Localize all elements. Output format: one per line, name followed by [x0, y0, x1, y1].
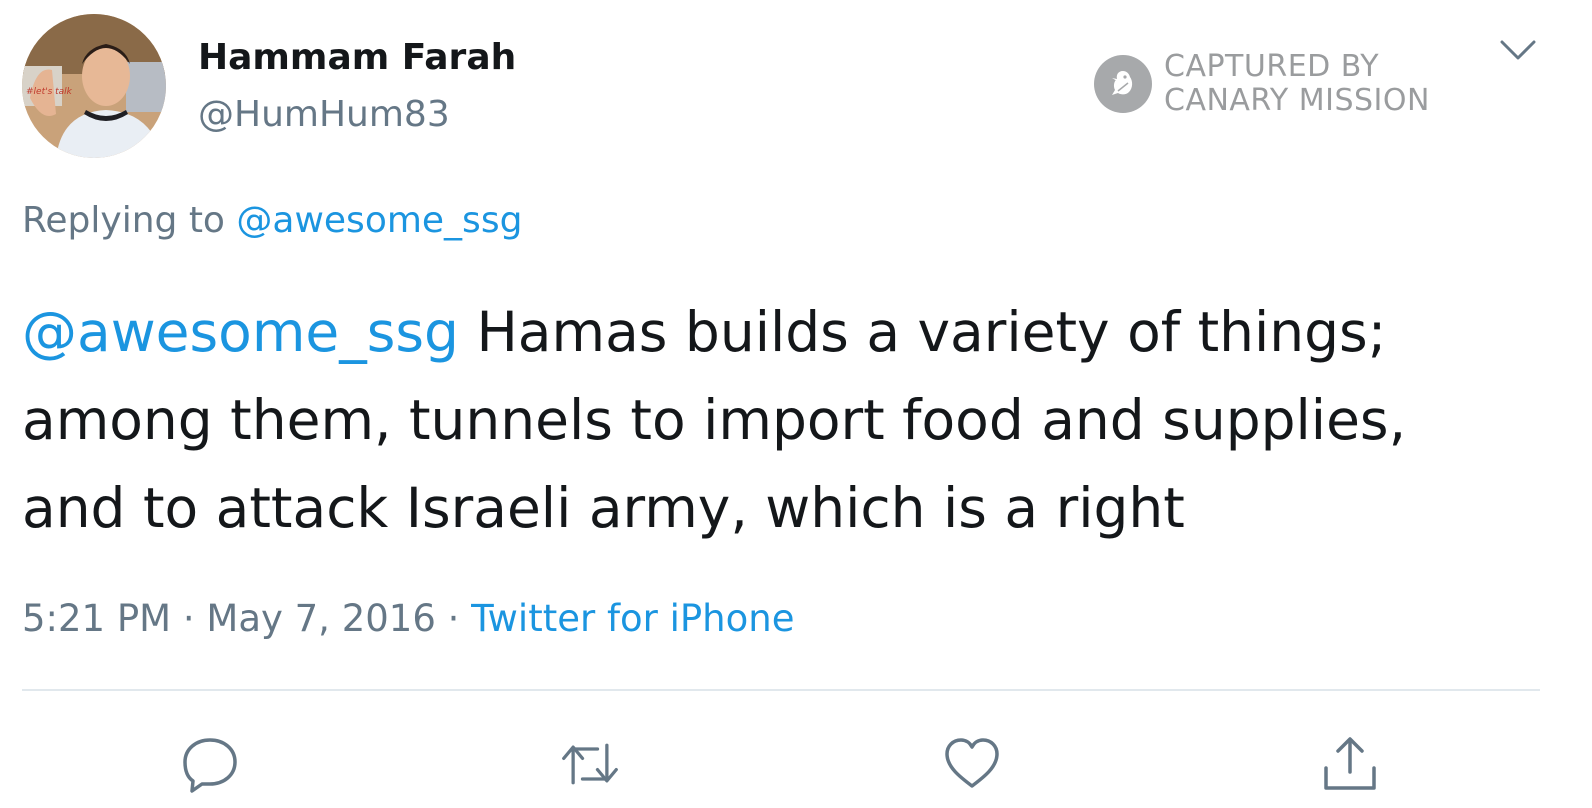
meta-separator: ·	[435, 597, 472, 640]
tweet-text-line-1-rest: Hamas builds a variety of things;	[458, 300, 1387, 364]
retweet-arrows-icon	[562, 743, 618, 785]
watermark-line-1: CAPTURED BY	[1164, 49, 1380, 84]
retweet-button[interactable]	[560, 734, 620, 794]
tweet-text-line-3: and to attack Israeli army, which is a r…	[22, 476, 1185, 540]
speech-bubble-icon	[183, 738, 237, 793]
tweet-text: @awesome_ssg Hamas builds a variety of t…	[22, 288, 1562, 552]
chevron-down-icon	[1500, 40, 1536, 60]
tweet-metadata: 5:21 PM · May 7, 2016 · Twitter for iPho…	[22, 596, 794, 642]
user-handle[interactable]: @HumHum83	[198, 93, 450, 137]
watermark-line-2: CANARY MISSION	[1164, 83, 1430, 118]
replying-to: Replying to @awesome_ssg	[22, 198, 522, 244]
reply-button[interactable]	[180, 734, 240, 794]
divider	[22, 689, 1540, 691]
replying-to-label: Replying to	[22, 200, 237, 241]
meta-separator: ·	[171, 597, 207, 640]
tweet-options-button[interactable]	[1498, 36, 1538, 64]
tweet-time[interactable]: 5:21 PM	[22, 597, 171, 640]
tweet-text-line-2: among them, tunnels to import food and s…	[22, 388, 1407, 452]
replying-to-mention-link[interactable]: @awesome_ssg	[236, 200, 522, 241]
profile-photo-icon: #let's talk	[22, 14, 166, 158]
share-upload-icon	[1324, 737, 1376, 790]
tweet-source-link[interactable]: Twitter for iPhone	[471, 597, 794, 640]
canary-bird-icon	[1094, 55, 1152, 113]
svg-text:#let's talk: #let's talk	[26, 87, 73, 97]
share-button[interactable]	[1320, 734, 1380, 794]
display-name[interactable]: Hammam Farah	[198, 36, 516, 80]
tweet-date[interactable]: May 7, 2016	[206, 597, 435, 640]
heart-icon	[945, 738, 999, 788]
canary-mission-watermark: CAPTURED BY CANARY MISSION	[1094, 50, 1430, 118]
avatar[interactable]: #let's talk	[22, 14, 166, 158]
tweet-text-line-1: @awesome_ssg Hamas builds a variety of t…	[22, 288, 1562, 376]
tweet-mention-link[interactable]: @awesome_ssg	[22, 300, 459, 364]
like-button[interactable]	[942, 734, 1002, 794]
